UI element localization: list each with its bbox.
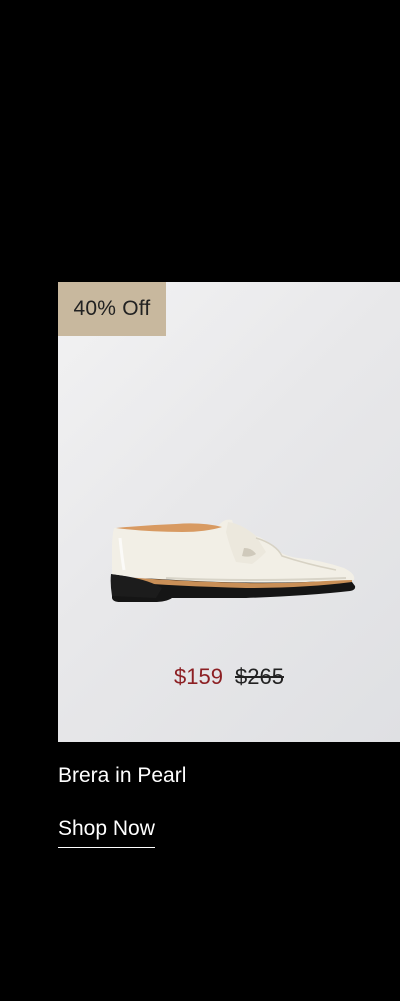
discount-badge: 40% Off [58,282,166,336]
product-image[interactable] [106,518,358,622]
price-row: $159 $265 [58,664,400,690]
original-price: $265 [235,664,284,689]
product-card[interactable]: 40% Off $159 $265 [58,282,400,742]
product-name[interactable]: Brera in Pearl [58,764,186,788]
shop-now-link[interactable]: Shop Now [58,817,155,848]
sale-price: $159 [174,664,223,689]
